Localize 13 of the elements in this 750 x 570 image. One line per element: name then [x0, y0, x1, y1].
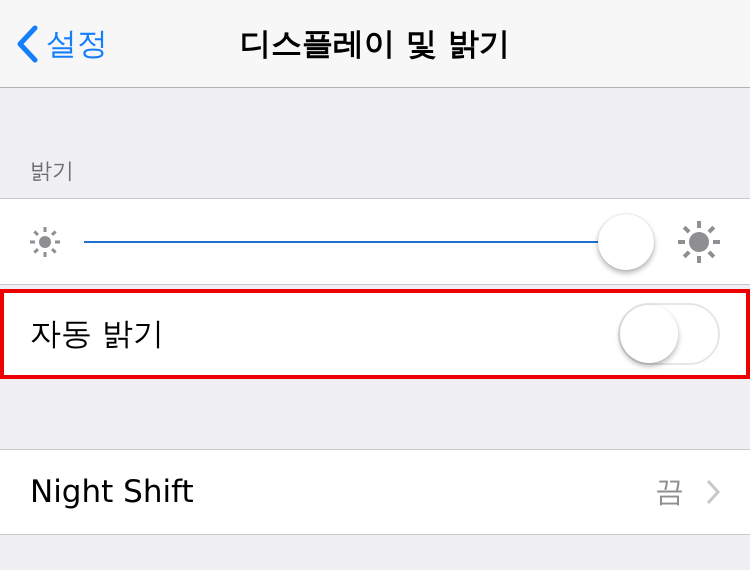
large-sun-icon [676, 218, 722, 264]
chevron-left-icon [16, 24, 38, 62]
section-header: 밝기 [30, 159, 74, 184]
toggle-switch[interactable] [618, 303, 720, 365]
screen-title: 디스플레이 및 밝기 [240, 26, 510, 62]
back-button[interactable]: 설정 [0, 22, 114, 66]
slider-thumb[interactable] [598, 214, 654, 270]
row-value: 끔 [655, 473, 684, 510]
row-label: Night Shift [30, 474, 195, 510]
small-sun-icon [28, 224, 62, 258]
row-label: 자동 밝기 [30, 315, 165, 354]
brightness-slider[interactable] [84, 212, 654, 270]
chevron-right-icon [706, 479, 720, 505]
